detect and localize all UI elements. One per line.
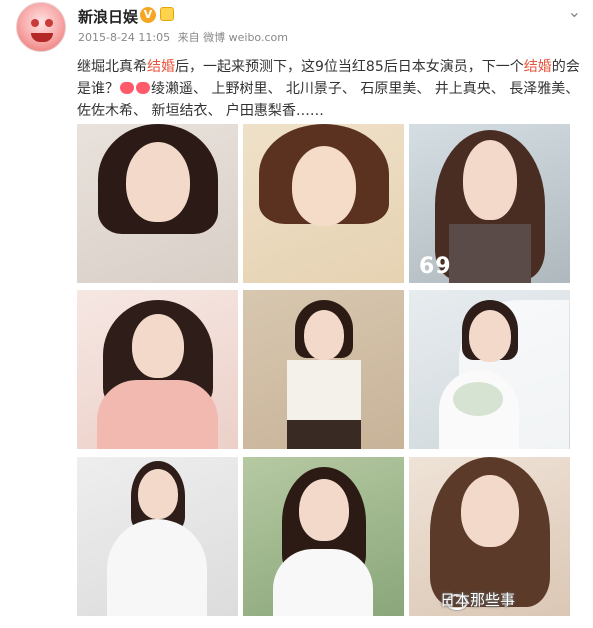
photo-9-face [460,475,519,547]
post-text-part-b: 后，一起来预测下，这9位当红85后日本女演员，下一个 [175,59,524,75]
photo-1-face [125,142,190,222]
verified-badge-icon: V [140,7,156,23]
post-text: 继堀北真希结婚后，一起来预测下，这9位当红85后日本女演员，下一个结婚的会是谁？… [77,56,582,122]
photo-1[interactable] [77,124,238,283]
photo-7[interactable] [77,457,238,616]
username[interactable]: 新浪日娱 [78,6,138,27]
photo-7-face [137,469,178,519]
photo-8-top [273,549,373,616]
post-text-highlight-1[interactable]: 结婚 [147,59,175,75]
photo-3-dress [449,224,531,283]
post-text-highlight-2[interactable]: 结婚 [524,59,552,75]
photo-4-face [131,314,184,378]
photo-3-face [462,140,517,220]
photo-6-face [468,310,511,362]
photo-2[interactable] [243,124,404,283]
post-text-part-a: 继堀北真希 [77,59,147,75]
photo-5[interactable] [243,290,404,449]
post-text-names: 绫濑遥、 上野树里、 北川景子、 石原里美、 井上真央、 長泽雅美、 佐佐木希、… [77,81,580,119]
avatar-eye-right [45,19,53,27]
avatar-eye-left [31,19,39,27]
post-header: 新浪日娱 V 2015-8-24 11:05 来自 微博 weibo.com ⌄ [0,0,593,58]
heart-emoji-icon [136,82,150,94]
photo-4-dress [97,380,218,449]
photo-2-face [291,146,356,226]
photo-6-bouquet [453,382,503,416]
photo-5-skirt [287,420,361,449]
avatar[interactable] [16,2,66,52]
chevron-down-icon[interactable]: ⌄ [568,2,581,21]
member-badge-icon [160,7,174,21]
heart-emoji-icon [120,82,134,94]
photo-7-gown [107,519,207,616]
post-meta: 2015-8-24 11:05 来自 微博 weibo.com [78,29,292,45]
photo-6[interactable] [409,290,570,449]
avatar-mouth [31,33,53,42]
photo-8-face [298,479,349,541]
photo-3-number-overlay: 69 [419,254,452,279]
post-timestamp[interactable]: 2015-8-24 11:05 [78,31,170,44]
watermark-text: 日本那些事 [440,591,516,609]
photo-3[interactable]: 69 [409,124,570,283]
post-source[interactable]: 来自 微博 weibo.com [178,31,288,44]
photo-4[interactable] [77,290,238,449]
photo-8[interactable] [243,457,404,616]
photo-5-top [287,360,361,420]
photo-5-face [303,310,344,360]
